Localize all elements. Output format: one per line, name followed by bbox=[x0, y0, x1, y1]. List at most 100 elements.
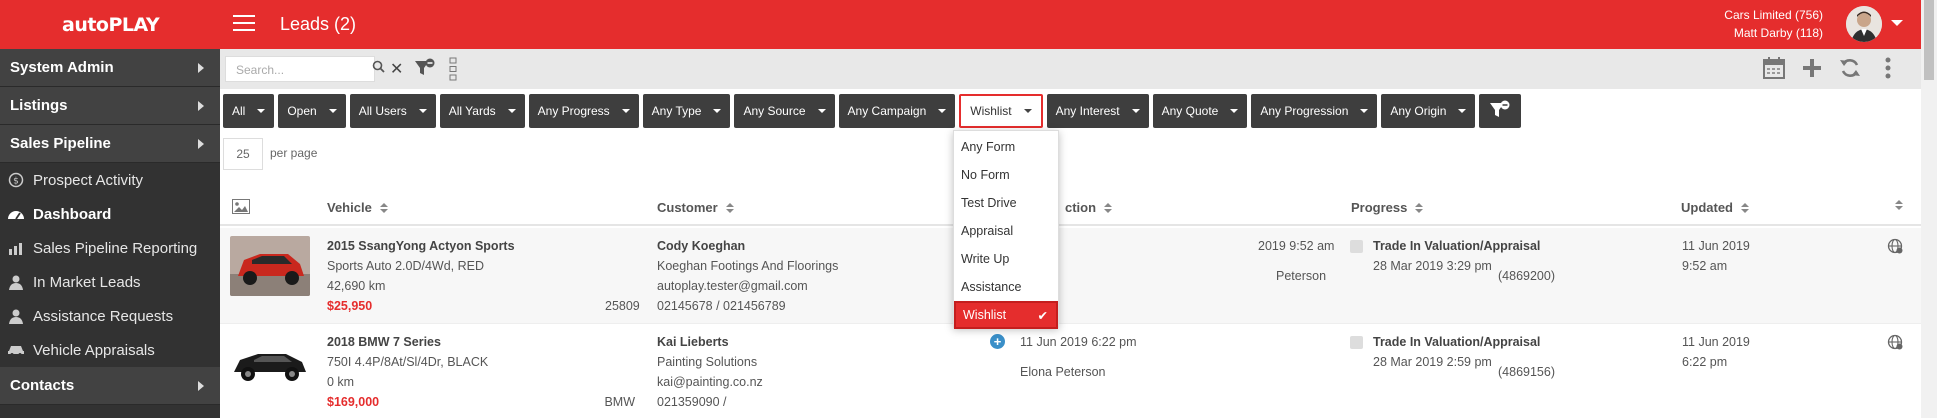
sidebar-item-assistance-requests[interactable]: Assistance Requests bbox=[0, 299, 220, 333]
dropdown-item-appraisal[interactable]: Appraisal bbox=[954, 217, 1058, 245]
filter-label: Open bbox=[287, 104, 317, 118]
column-progress[interactable]: Progress bbox=[1351, 200, 1424, 215]
hamburger-menu-icon[interactable] bbox=[233, 15, 255, 33]
column-action[interactable]: ction bbox=[1065, 200, 1113, 215]
filter-origin[interactable]: Any Origin bbox=[1381, 94, 1476, 128]
top-bar: autoPLAY Leads (2) Cars Limited (756) Ma… bbox=[0, 0, 1921, 49]
sidebar: System Admin Listings Sales Pipeline $ P… bbox=[0, 49, 220, 418]
image-icon bbox=[232, 199, 250, 214]
globe-icon[interactable] bbox=[1887, 238, 1903, 257]
sidebar-section-system-admin[interactable]: System Admin bbox=[0, 49, 220, 87]
caret-down-icon bbox=[1230, 109, 1239, 113]
column-label: ction bbox=[1065, 200, 1097, 215]
customer-email[interactable]: kai@painting.co.nz bbox=[657, 372, 957, 392]
table-row[interactable]: 2018 BMW 7 Series 750I 4.4P/8At/Sl/4Dr, … bbox=[220, 324, 1921, 418]
chevron-right-icon bbox=[198, 139, 204, 149]
dropdown-item-any-form[interactable]: Any Form bbox=[954, 133, 1058, 161]
filter-status[interactable]: Open bbox=[278, 94, 346, 128]
filter-icon[interactable] bbox=[414, 58, 436, 81]
table-row[interactable]: 2015 SsangYong Actyon Sports Sports Auto… bbox=[220, 228, 1921, 324]
account-caret-icon[interactable] bbox=[1891, 20, 1903, 26]
column-updated[interactable]: Updated bbox=[1681, 200, 1749, 215]
filter-icon bbox=[1489, 100, 1511, 123]
dropdown-item-label: Wishlist bbox=[963, 308, 1007, 322]
sidebar-item-sales-pipeline-reporting[interactable]: Sales Pipeline Reporting bbox=[0, 231, 220, 265]
refresh-icon[interactable] bbox=[1839, 56, 1861, 80]
filter-label: Any Origin bbox=[1390, 104, 1447, 118]
sidebar-section-contacts[interactable]: Contacts bbox=[0, 367, 220, 405]
vehicle-ref: BMW bbox=[604, 395, 635, 409]
more-vertical-icon[interactable] bbox=[1877, 56, 1899, 80]
column-vehicle[interactable]: Vehicle bbox=[327, 200, 388, 215]
close-icon[interactable]: ✕ bbox=[390, 59, 403, 79]
page-size-input[interactable]: 25 bbox=[223, 138, 263, 170]
car-icon bbox=[6, 340, 26, 360]
sidebar-item-prospect-activity[interactable]: $ Prospect Activity bbox=[0, 163, 220, 197]
caret-down-icon bbox=[621, 109, 630, 113]
caret-down-icon bbox=[1131, 109, 1140, 113]
sidebar-item-in-market-leads[interactable]: In Market Leads bbox=[0, 265, 220, 299]
sidebar-section-sales-pipeline[interactable]: Sales Pipeline bbox=[0, 125, 220, 163]
search-toolbar: Search... ✕ bbox=[220, 49, 1921, 89]
sidebar-section-listings[interactable]: Listings bbox=[0, 87, 220, 125]
logo[interactable]: autoPLAY bbox=[62, 14, 160, 36]
more-vertical-icon[interactable] bbox=[449, 57, 457, 84]
progress-checkbox[interactable] bbox=[1350, 335, 1363, 349]
filter-quote[interactable]: Any Quote bbox=[1152, 94, 1248, 128]
sort-icon bbox=[1741, 202, 1749, 213]
vehicle-title[interactable]: 2018 BMW 7 Series bbox=[327, 332, 637, 352]
filter-label: Wishlist bbox=[970, 104, 1012, 118]
customer-name[interactable]: Cody Koeghan bbox=[657, 236, 957, 256]
calendar-icon[interactable] bbox=[1763, 56, 1785, 80]
dropdown-item-test-drive[interactable]: Test Drive bbox=[954, 189, 1058, 217]
svg-text:$: $ bbox=[13, 177, 19, 187]
filter-progression[interactable]: Any Progression bbox=[1251, 94, 1378, 128]
column-label: Updated bbox=[1681, 200, 1733, 215]
account-info[interactable]: Cars Limited (756) Matt Darby (118) bbox=[1724, 6, 1823, 42]
progress-cell: Trade In Valuation/Appraisal 28 Mar 2019… bbox=[1350, 236, 1650, 276]
filter-interest[interactable]: Any Interest bbox=[1046, 94, 1149, 128]
caret-down-icon bbox=[257, 109, 266, 113]
clear-filters-button[interactable] bbox=[1479, 94, 1522, 128]
customer-company: Koeghan Footings And Floorings bbox=[657, 259, 839, 273]
filter-yards[interactable]: All Yards bbox=[439, 94, 525, 128]
filter-campaign[interactable]: Any Campaign bbox=[838, 94, 956, 128]
column-options[interactable] bbox=[1895, 200, 1903, 210]
vehicle-thumbnail[interactable] bbox=[230, 236, 310, 296]
progress-cell: Trade In Valuation/Appraisal 28 Mar 2019… bbox=[1350, 332, 1650, 372]
caret-down-icon bbox=[418, 109, 427, 113]
scrollbar[interactable] bbox=[1921, 0, 1937, 418]
chart-icon bbox=[6, 238, 26, 258]
globe-icon[interactable] bbox=[1887, 334, 1903, 353]
customer-company: Painting Solutions bbox=[657, 355, 758, 369]
add-action-icon[interactable]: + bbox=[990, 334, 1005, 349]
filter-label: All Yards bbox=[448, 104, 496, 118]
vehicle-title[interactable]: 2015 SsangYong Actyon Sports bbox=[327, 236, 637, 256]
progress-checkbox[interactable] bbox=[1350, 239, 1363, 253]
search-input[interactable]: Search... bbox=[225, 56, 375, 82]
scrollbar-thumb[interactable] bbox=[1924, 0, 1934, 80]
updated-date: 11 Jun 2019 bbox=[1682, 335, 1750, 349]
sidebar-item-dashboard[interactable]: Dashboard bbox=[0, 197, 220, 231]
filter-progress[interactable]: Any Progress bbox=[528, 94, 639, 128]
caret-down-icon bbox=[817, 109, 826, 113]
column-customer[interactable]: Customer bbox=[657, 200, 734, 215]
sidebar-item-vehicle-appraisals[interactable]: Vehicle Appraisals bbox=[0, 333, 220, 367]
filter-all[interactable]: All bbox=[223, 94, 275, 128]
sidebar-item-label: Prospect Activity bbox=[33, 171, 144, 189]
search-icon[interactable] bbox=[372, 60, 385, 76]
dropdown-item-assistance[interactable]: Assistance bbox=[954, 273, 1058, 301]
customer-phone: 02145678 / 021456789 bbox=[657, 299, 786, 313]
filter-form[interactable]: Wishlist bbox=[959, 94, 1043, 128]
dropdown-item-no-form[interactable]: No Form bbox=[954, 161, 1058, 189]
customer-email[interactable]: autoplay.tester@gmail.com bbox=[657, 276, 957, 296]
customer-name[interactable]: Kai Lieberts bbox=[657, 332, 957, 352]
add-icon[interactable] bbox=[1801, 56, 1823, 80]
filter-type[interactable]: Any Type bbox=[642, 94, 731, 128]
filter-users[interactable]: All Users bbox=[349, 94, 436, 128]
vehicle-thumbnail[interactable] bbox=[230, 332, 310, 392]
filter-source[interactable]: Any Source bbox=[734, 94, 835, 128]
dropdown-item-wishlist[interactable]: Wishlist ✔ bbox=[954, 301, 1058, 329]
avatar[interactable] bbox=[1846, 6, 1882, 42]
dropdown-item-write-up[interactable]: Write Up bbox=[954, 245, 1058, 273]
